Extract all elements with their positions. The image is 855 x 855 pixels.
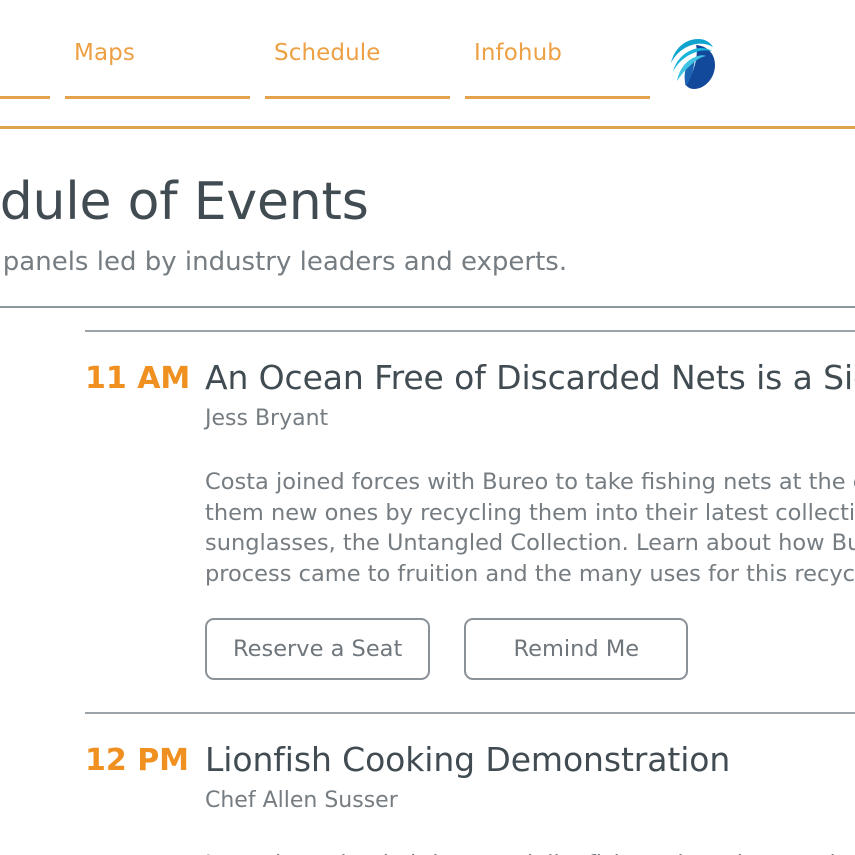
nav-item-underline	[0, 96, 50, 99]
site-navigation: Exhibitors Maps Schedule Infohub	[0, 0, 855, 129]
nav-item-underline	[465, 96, 650, 99]
event-title[interactable]: An Ocean Free of Discarded Nets is a Sig…	[205, 358, 855, 398]
nav-item-label: Infohub	[474, 40, 562, 66]
page-subtitle: Talks and panels led by industry leaders…	[0, 247, 568, 277]
event-title[interactable]: Lionfish Cooking Demonstration	[205, 740, 855, 780]
event-body: An Ocean Free of Discarded Nets is a Sig…	[205, 358, 855, 702]
event-description: Learn how simple it is to cook lionfish,…	[205, 815, 855, 855]
header-bottom-rule	[0, 306, 855, 308]
nav-item-exhibitors[interactable]: Exhibitors	[0, 38, 60, 99]
event-item: 11 AM An Ocean Free of Discarded Nets is…	[85, 330, 855, 712]
event-speaker: Chef Allen Susser	[205, 788, 398, 813]
event-body: Lionfish Cooking Demonstration Chef Alle…	[205, 740, 855, 855]
site-logo-icon[interactable]	[665, 36, 721, 92]
nav-item-underline	[65, 96, 250, 99]
event-description: Costa joined forces with Bureo to take f…	[205, 469, 855, 587]
event-actions: Reserve a Seat Remind Me	[205, 589, 855, 702]
nav-item-label: Schedule	[274, 40, 381, 66]
event-time: 12 PM	[85, 743, 190, 778]
event-header-row: 12 PM Lionfish Cooking Demonstration Che…	[85, 740, 855, 855]
browser-viewport: Exhibitors Maps Schedule Infohub	[0, 0, 855, 855]
reserve-a-seat-button[interactable]: Reserve a Seat	[205, 618, 431, 680]
remind-me-button[interactable]: Remind Me	[464, 618, 689, 680]
event-item: 12 PM Lionfish Cooking Demonstration Che…	[85, 712, 855, 855]
page-title: Schedule of Events	[0, 172, 369, 232]
nav-item-underline	[265, 96, 450, 99]
page-header: Schedule of Events Talks and panels led …	[0, 170, 855, 308]
nav-item-list: Exhibitors Maps Schedule Infohub	[0, 38, 660, 99]
nav-item-infohub[interactable]: Infohub	[460, 38, 660, 99]
event-header-row: 11 AM An Ocean Free of Discarded Nets is…	[85, 358, 855, 702]
nav-item-maps[interactable]: Maps	[60, 38, 260, 99]
event-time: 11 AM	[85, 361, 191, 396]
events-list: 11 AM An Ocean Free of Discarded Nets is…	[85, 330, 855, 855]
page-content: Exhibitors Maps Schedule Infohub	[0, 0, 855, 855]
nav-item-schedule[interactable]: Schedule	[260, 38, 460, 99]
event-speaker: Jess Bryant	[205, 406, 329, 431]
nav-item-label: Maps	[74, 40, 135, 66]
nav-item-label: Exhibitors	[0, 38, 60, 68]
nav-bottom-rule	[0, 126, 855, 129]
